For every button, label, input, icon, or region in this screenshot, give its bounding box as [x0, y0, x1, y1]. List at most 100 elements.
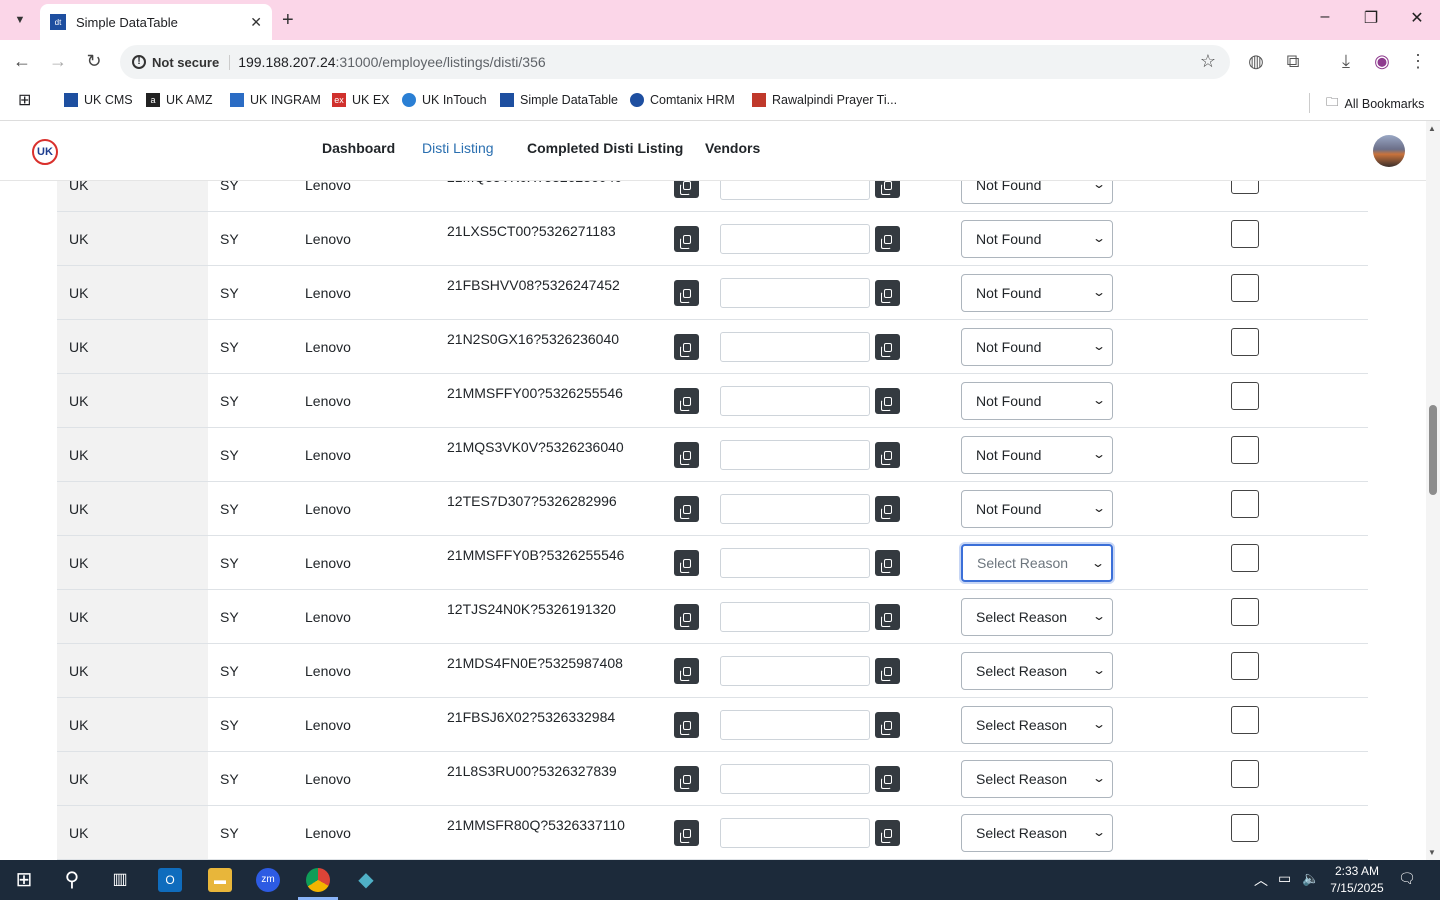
page-scrollbar[interactable]: ▲ ▼: [1426, 121, 1440, 860]
paste-button[interactable]: [875, 712, 900, 738]
row-checkbox[interactable]: [1231, 706, 1259, 734]
reason-select[interactable]: Select Reason ⌄: [961, 814, 1113, 852]
value-input[interactable]: [720, 656, 870, 686]
avatar[interactable]: [1373, 135, 1405, 167]
windows-start-icon[interactable]: ⊞: [12, 868, 36, 892]
bookmark-uk-intouch[interactable]: UK InTouch: [402, 93, 487, 107]
paste-button[interactable]: [875, 181, 900, 198]
value-input[interactable]: [720, 548, 870, 578]
volume-icon[interactable]: 🔈: [1302, 870, 1319, 887]
paste-button[interactable]: [875, 550, 900, 576]
uk-logo[interactable]: UK: [32, 139, 58, 165]
paste-button[interactable]: [875, 820, 900, 846]
row-checkbox[interactable]: [1231, 598, 1259, 626]
copy-code-button[interactable]: [674, 226, 699, 252]
nav-dashboard[interactable]: Dashboard: [322, 140, 395, 156]
new-tab-icon[interactable]: +: [282, 8, 294, 32]
reason-select[interactable]: Not Found ⌄: [961, 382, 1113, 420]
paste-button[interactable]: [875, 334, 900, 360]
reason-select[interactable]: Not Found ⌄: [961, 490, 1113, 528]
extensions-icon[interactable]: ⧉: [1281, 51, 1305, 72]
row-checkbox[interactable]: [1231, 490, 1259, 518]
copy-code-button[interactable]: [674, 820, 699, 846]
paste-button[interactable]: [875, 496, 900, 522]
reason-select[interactable]: Select Reason ⌄: [961, 706, 1113, 744]
minimize-icon[interactable]: –: [1310, 8, 1340, 26]
copy-code-button[interactable]: [674, 280, 699, 306]
apps-grid-icon[interactable]: ⊞: [18, 90, 31, 110]
notifications-icon[interactable]: 🗨: [1398, 870, 1416, 887]
reason-select[interactable]: Not Found ⌄: [961, 328, 1113, 366]
value-input[interactable]: [720, 332, 870, 362]
app-diamond-icon[interactable]: ◆: [354, 868, 378, 892]
copy-code-button[interactable]: [674, 712, 699, 738]
chrome-icon[interactable]: [306, 868, 330, 892]
bookmark-uk-ex[interactable]: ex UK EX: [332, 93, 390, 107]
reason-select[interactable]: Not Found ⌄: [961, 274, 1113, 312]
taskbar-clock[interactable]: 2:33 AM 7/15/2025: [1322, 863, 1392, 897]
bookmark-comtanix-hrm[interactable]: Comtanix HRM: [630, 93, 735, 107]
bookmark-rawalpindi-prayer[interactable]: Rawalpindi Prayer Ti...: [752, 93, 897, 107]
value-input[interactable]: [720, 278, 870, 308]
not-secure-label[interactable]: Not secure: [152, 54, 231, 70]
paste-button[interactable]: [875, 658, 900, 684]
value-input[interactable]: [720, 386, 870, 416]
copy-code-button[interactable]: [674, 658, 699, 684]
search-icon[interactable]: ⚲: [60, 868, 84, 892]
copy-code-button[interactable]: [674, 334, 699, 360]
nav-vendors[interactable]: Vendors: [705, 140, 760, 156]
reason-select[interactable]: Not Found ⌄: [961, 220, 1113, 258]
url-text[interactable]: 199.188.207.24:31000/employee/listings/d…: [238, 54, 545, 70]
paste-button[interactable]: [875, 388, 900, 414]
copy-code-button[interactable]: [674, 181, 699, 198]
close-window-icon[interactable]: ✕: [1402, 8, 1432, 28]
row-checkbox[interactable]: [1231, 760, 1259, 788]
row-checkbox[interactable]: [1231, 544, 1259, 572]
nav-disti-listing[interactable]: Disti Listing: [422, 140, 494, 156]
value-input[interactable]: [720, 710, 870, 740]
tab-search-icon[interactable]: ▼: [8, 8, 32, 32]
bookmark-star-icon[interactable]: ☆: [1200, 51, 1216, 72]
value-input[interactable]: [720, 818, 870, 848]
row-checkbox[interactable]: [1231, 220, 1259, 248]
network-icon[interactable]: ▭: [1278, 870, 1291, 887]
omnibox[interactable]: ! Not secure 199.188.207.24:31000/employ…: [120, 45, 1230, 79]
copy-code-button[interactable]: [674, 388, 699, 414]
reload-icon[interactable]: ↻: [82, 51, 106, 72]
nav-completed-disti-listing[interactable]: Completed Disti Listing: [527, 140, 683, 156]
paste-button[interactable]: [875, 766, 900, 792]
tab-close-icon[interactable]: ✕: [250, 14, 262, 31]
value-input[interactable]: [720, 494, 870, 524]
forward-icon[interactable]: →: [46, 51, 70, 72]
paste-button[interactable]: [875, 442, 900, 468]
scroll-down-icon[interactable]: ▼: [1428, 848, 1436, 857]
bookmark-uk-cms[interactable]: UK CMS: [64, 93, 133, 107]
profile-icon[interactable]: ◉: [1370, 51, 1394, 72]
translate-icon[interactable]: ◍: [1244, 51, 1268, 72]
row-checkbox[interactable]: [1231, 274, 1259, 302]
reason-select[interactable]: Not Found ⌄: [961, 181, 1113, 204]
reason-select[interactable]: Select Reason ⌄: [961, 598, 1113, 636]
download-icon[interactable]: ⤓: [1334, 51, 1358, 72]
browser-tab[interactable]: dt Simple DataTable ✕: [40, 4, 272, 40]
row-checkbox[interactable]: [1231, 652, 1259, 680]
value-input[interactable]: [720, 764, 870, 794]
row-checkbox[interactable]: [1231, 328, 1259, 356]
row-checkbox[interactable]: [1231, 181, 1259, 194]
scroll-up-icon[interactable]: ▲: [1428, 124, 1436, 133]
copy-code-button[interactable]: [674, 442, 699, 468]
copy-code-button[interactable]: [674, 550, 699, 576]
scrollbar-thumb[interactable]: [1429, 405, 1437, 495]
reason-select[interactable]: Select Reason ⌄: [961, 760, 1113, 798]
zoom-icon[interactable]: zm: [256, 868, 280, 892]
outlook-icon[interactable]: O: [158, 868, 182, 892]
bookmark-uk-amz[interactable]: a UK AMZ: [146, 93, 213, 107]
tray-chevron-icon[interactable]: ︿: [1254, 870, 1268, 890]
restore-icon[interactable]: ❐: [1356, 8, 1386, 28]
copy-code-button[interactable]: [674, 766, 699, 792]
reason-select[interactable]: Select Reason ⌄: [961, 652, 1113, 690]
value-input[interactable]: [720, 440, 870, 470]
copy-code-button[interactable]: [674, 604, 699, 630]
bookmark-uk-ingram[interactable]: UK INGRAM: [230, 93, 321, 107]
row-checkbox[interactable]: [1231, 436, 1259, 464]
